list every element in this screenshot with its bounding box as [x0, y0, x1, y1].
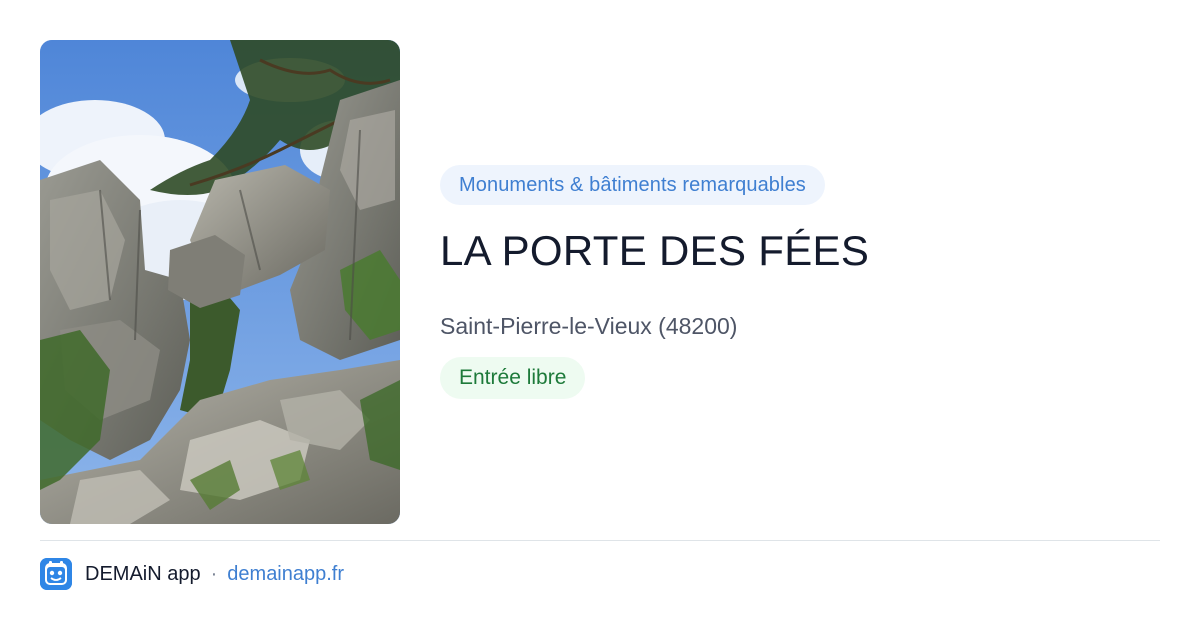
footer-divider	[40, 540, 1160, 541]
place-location: Saint-Pierre-le-Vieux (48200)	[440, 313, 738, 339]
footer-separator: ·	[210, 562, 218, 585]
demain-app-logo-icon	[40, 558, 72, 590]
place-info: Monuments & bâtiments remarquables LA PO…	[440, 165, 1140, 399]
access-badge: Entrée libre	[440, 357, 586, 399]
place-photo	[40, 40, 400, 524]
app-name: DEMAiN app	[85, 562, 201, 585]
category-badge[interactable]: Monuments & bâtiments remarquables	[440, 165, 825, 205]
place-title: LA PORTE DES FÉES	[440, 227, 870, 274]
place-card: Monuments & bâtiments remarquables LA PO…	[40, 40, 1160, 524]
footer: DEMAiN app · demainapp.fr	[40, 558, 344, 590]
rock-formation-photo	[40, 40, 400, 524]
app-website-link[interactable]: demainapp.fr	[227, 563, 344, 586]
